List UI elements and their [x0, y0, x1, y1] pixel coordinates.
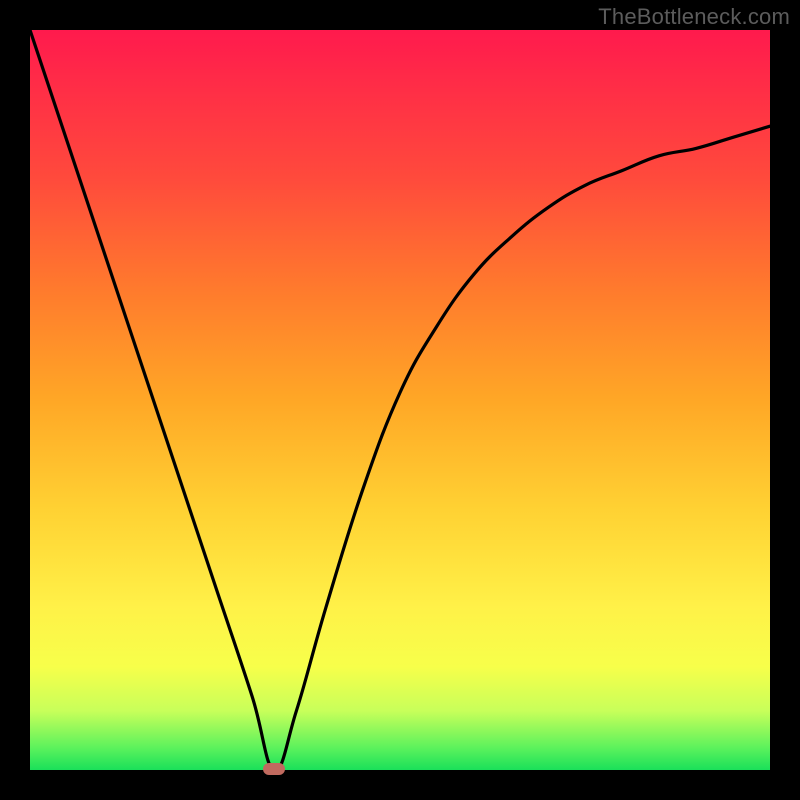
curve-path: [30, 30, 770, 770]
watermark-text: TheBottleneck.com: [598, 4, 790, 30]
curve-layer: [30, 30, 770, 770]
plot-area: [30, 30, 770, 770]
chart-frame: TheBottleneck.com: [0, 0, 800, 800]
vertex-marker: [263, 763, 285, 775]
